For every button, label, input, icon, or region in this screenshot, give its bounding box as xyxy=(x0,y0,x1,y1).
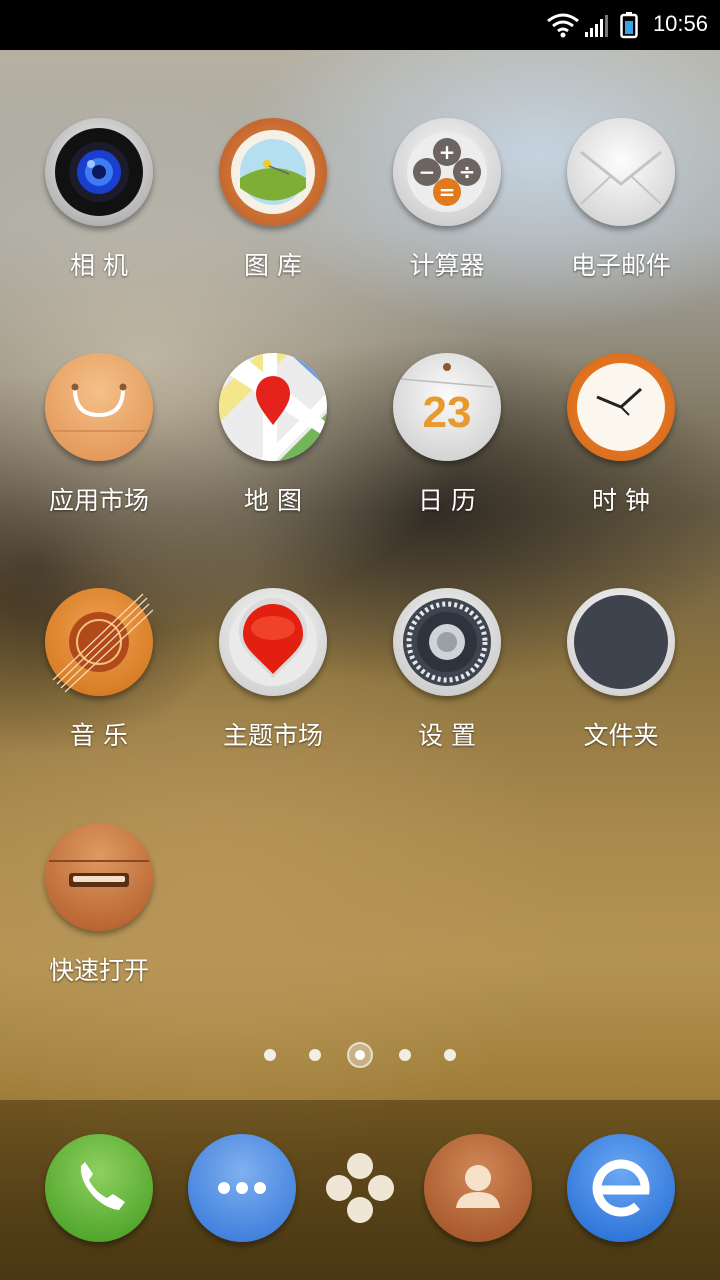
page-dot[interactable] xyxy=(309,1049,321,1061)
app-label: 设 置 xyxy=(418,721,476,750)
app-label: 快速打开 xyxy=(48,956,149,985)
phone-icon[interactable] xyxy=(45,1134,153,1242)
dock xyxy=(0,1100,720,1280)
app-camera[interactable]: 相 机 xyxy=(12,118,186,318)
app-label: 图 库 xyxy=(244,251,302,280)
app-label: 计算器 xyxy=(409,251,485,280)
status-time: 10:56 xyxy=(652,11,708,36)
battery-icon xyxy=(620,12,638,39)
messages-icon[interactable] xyxy=(188,1134,296,1242)
app-label: 相 机 xyxy=(70,251,128,280)
calculator-icon: + − ÷ = xyxy=(393,118,501,226)
app-calendar[interactable]: 23 日 历 xyxy=(360,353,534,553)
app-label: 地 图 xyxy=(244,486,302,515)
app-theme-market[interactable]: 主题市场 xyxy=(186,588,360,788)
app-label: 时 钟 xyxy=(592,486,650,515)
gallery-icon xyxy=(219,118,327,226)
signal-icon xyxy=(585,15,608,37)
wifi-icon xyxy=(547,13,579,38)
page-dot[interactable] xyxy=(399,1049,411,1061)
app-calculator[interactable]: + − ÷ = 计算器 xyxy=(360,118,534,318)
app-clock[interactable]: 时 钟 xyxy=(534,353,708,553)
page-dot-active[interactable] xyxy=(347,1042,373,1068)
music-icon xyxy=(45,588,154,696)
app-label: 文件夹 xyxy=(583,721,659,750)
quick-open-icon xyxy=(45,823,153,931)
app-label: 应用市场 xyxy=(48,486,149,515)
app-label: 主题市场 xyxy=(222,721,323,750)
folder-icon xyxy=(567,588,675,696)
app-music[interactable]: 音 乐 xyxy=(12,588,186,788)
email-icon xyxy=(567,118,675,226)
app-email[interactable]: 电子邮件 xyxy=(534,118,708,318)
camera-icon xyxy=(45,118,153,226)
browser-icon[interactable] xyxy=(567,1134,675,1242)
plus-symbol: + xyxy=(439,140,456,164)
calendar-date: 23 xyxy=(423,388,472,437)
app-folder[interactable]: 文件夹 xyxy=(534,588,708,788)
clock-icon xyxy=(567,353,675,461)
map-icon xyxy=(219,353,327,461)
app-quick-open[interactable]: 快速打开 xyxy=(12,823,186,1023)
app-map[interactable]: 地 图 xyxy=(186,353,360,553)
page-dot[interactable] xyxy=(264,1049,276,1061)
app-settings[interactable]: 设 置 xyxy=(360,588,534,788)
app-drawer-icon[interactable] xyxy=(306,1134,414,1242)
minus-symbol: − xyxy=(419,160,436,184)
calendar-icon: 23 xyxy=(393,353,501,461)
app-gallery[interactable]: 图 库 xyxy=(186,118,360,318)
page-indicator[interactable] xyxy=(0,1042,720,1068)
app-label: 音 乐 xyxy=(70,721,128,750)
app-label: 电子邮件 xyxy=(570,251,671,280)
app-market[interactable]: 应用市场 xyxy=(12,353,186,553)
app-market-icon xyxy=(45,353,153,461)
contacts-icon[interactable] xyxy=(424,1134,532,1242)
page-dot[interactable] xyxy=(444,1049,456,1061)
equals-symbol: = xyxy=(439,180,456,204)
settings-icon xyxy=(393,588,501,696)
divide-symbol: ÷ xyxy=(459,160,476,184)
theme-market-icon xyxy=(219,588,327,696)
app-label: 日 历 xyxy=(418,486,476,515)
status-bar: 10:56 xyxy=(0,0,720,50)
